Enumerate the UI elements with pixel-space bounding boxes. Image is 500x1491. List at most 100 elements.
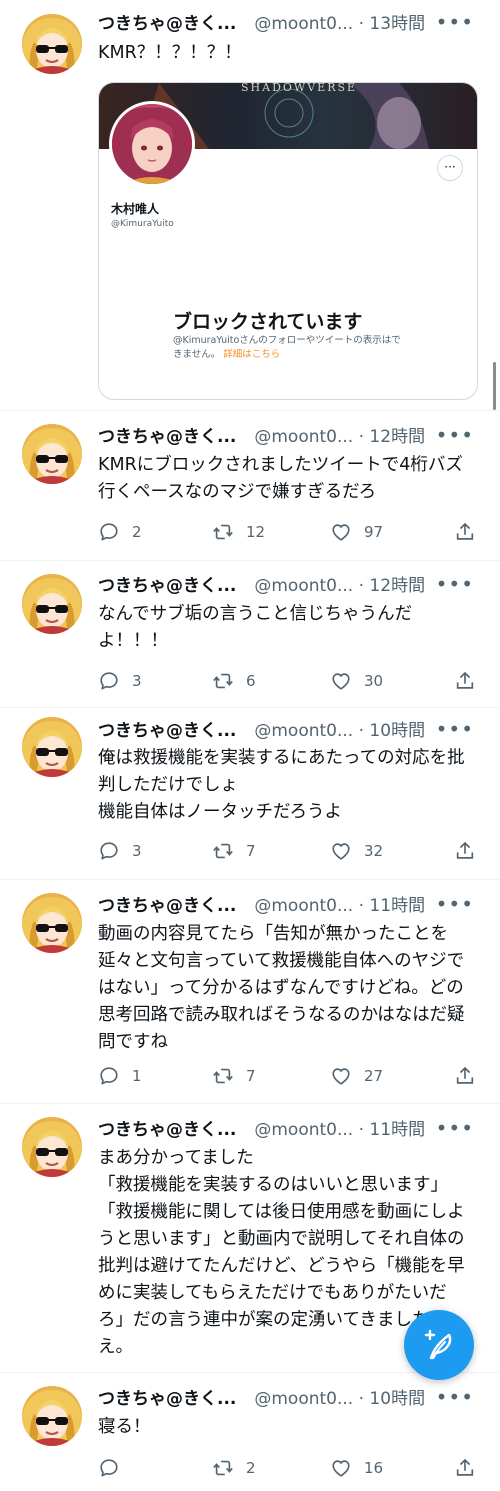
reply-button[interactable]: 3 — [98, 837, 142, 865]
tweet-header: つきちゃ@きく... @moont0... · 12時間 ••• — [98, 573, 488, 599]
heart-icon — [330, 1457, 352, 1479]
tweet-header: つきちゃ@きく... @moont0... · 11時間 ••• — [98, 893, 488, 919]
more-options-icon[interactable]: ••• — [436, 11, 474, 33]
reply-button[interactable]: 3 — [98, 667, 142, 695]
blocked-title: ブロックされています — [173, 311, 363, 333]
handle[interactable]: @moont0... — [254, 1120, 353, 1140]
retweet-button[interactable]: 12 — [212, 518, 265, 546]
share-button[interactable] — [454, 518, 476, 546]
avatar[interactable] — [22, 893, 82, 953]
handle[interactable]: @moont0... — [254, 427, 353, 447]
reply-icon — [98, 1065, 120, 1087]
share-button[interactable] — [454, 1062, 476, 1090]
banner-title: SHADOWVERSE — [241, 83, 358, 94]
profile-more-button[interactable]: ··· — [437, 155, 463, 181]
like-count: 30 — [364, 672, 384, 690]
tweet-header: つきちゃ@きく... @moont0... · 11時間 ••• — [98, 1117, 488, 1143]
retweet-button[interactable]: 2 — [212, 1454, 256, 1482]
more-options-icon[interactable]: ••• — [436, 1117, 474, 1139]
profile-handle: @KimuraYuito — [111, 219, 174, 229]
reply-count: 3 — [132, 842, 142, 860]
like-button[interactable]: 30 — [330, 667, 383, 695]
tweet-text: KMR？！？！？！ — [98, 43, 242, 63]
retweet-button[interactable]: 7 — [212, 837, 256, 865]
handle[interactable]: @moont0... — [254, 14, 353, 34]
scrollbar[interactable] — [493, 362, 496, 410]
timestamp[interactable]: · 12時間 — [359, 576, 425, 596]
profile-avatar[interactable] — [109, 101, 195, 187]
more-options-icon[interactable]: ••• — [436, 1386, 474, 1408]
heart-icon — [330, 1065, 352, 1087]
reply-icon — [98, 840, 120, 862]
share-icon — [454, 670, 476, 692]
avatar[interactable] — [22, 14, 82, 74]
retweet-count: 2 — [246, 1459, 256, 1477]
like-button[interactable]: 32 — [330, 837, 383, 865]
handle[interactable]: @moont0... — [254, 1389, 353, 1409]
display-name[interactable]: つきちゃ@きく... — [98, 427, 236, 447]
avatar[interactable] — [22, 424, 82, 484]
display-name[interactable]: つきちゃ@きく... — [98, 721, 236, 741]
more-options-icon[interactable]: ••• — [436, 424, 474, 446]
reply-button[interactable] — [98, 1454, 132, 1482]
more-options-icon[interactable]: ••• — [436, 718, 474, 740]
display-name[interactable]: つきちゃ@きく... — [98, 896, 236, 916]
timestamp[interactable]: · 11時間 — [359, 1120, 425, 1140]
like-button[interactable]: 16 — [330, 1454, 383, 1482]
retweet-button[interactable]: 7 — [212, 1062, 256, 1090]
heart-icon — [330, 521, 352, 543]
tweet-text: 寝る！ — [98, 1417, 151, 1437]
share-button[interactable] — [454, 667, 476, 695]
avatar[interactable] — [22, 1386, 82, 1446]
retweet-count: 6 — [246, 672, 256, 690]
display-name[interactable]: つきちゃ@きく... — [98, 1120, 236, 1140]
more-options-icon[interactable]: ••• — [436, 893, 474, 915]
avatar[interactable] — [22, 574, 82, 634]
blocked-desc-text: @KimuraYuitoさんのフォローやツイートの表示はできません。 — [173, 335, 401, 360]
display-name[interactable]: つきちゃ@きく... — [98, 1389, 236, 1409]
timestamp[interactable]: · 10時間 — [359, 721, 425, 741]
avatar[interactable] — [22, 1117, 82, 1177]
reply-count: 2 — [132, 523, 142, 541]
retweet-icon — [212, 670, 234, 692]
reply-icon — [98, 521, 120, 543]
tweet-text: KMRにブロックされましたツイートで4桁バズ 行くペースなのマジで嫌すぎるだろ — [98, 455, 463, 502]
like-button[interactable]: 27 — [330, 1062, 383, 1090]
reply-icon — [98, 1457, 120, 1479]
divider — [0, 707, 500, 708]
reply-count: 3 — [132, 672, 142, 690]
handle[interactable]: @moont0... — [254, 576, 353, 596]
tweet-actions: 3 7 32 — [98, 837, 478, 865]
compose-tweet-button[interactable] — [404, 1310, 474, 1380]
handle[interactable]: @moont0... — [254, 896, 353, 916]
timestamp[interactable]: · 10時間 — [359, 1389, 425, 1409]
retweet-icon — [212, 521, 234, 543]
timestamp[interactable]: · 13時間 — [359, 14, 425, 34]
learn-more-link[interactable]: 詳細はこちら — [223, 349, 280, 360]
like-button[interactable]: 97 — [330, 518, 383, 546]
share-button[interactable] — [454, 837, 476, 865]
share-button[interactable] — [454, 1454, 476, 1482]
retweet-button[interactable]: 6 — [212, 667, 256, 695]
divider — [0, 879, 500, 880]
share-icon — [454, 1457, 476, 1479]
retweet-icon — [212, 1065, 234, 1087]
tweet-header: つきちゃ@きく... @moont0... · 10時間 ••• — [98, 1386, 488, 1412]
avatar[interactable] — [22, 717, 82, 777]
reply-count: 1 — [132, 1067, 142, 1085]
tweet-actions: 2 12 97 — [98, 518, 478, 546]
timestamp[interactable]: · 12時間 — [359, 427, 425, 447]
more-options-icon[interactable]: ••• — [436, 573, 474, 595]
tweet-actions: 2 16 — [98, 1454, 478, 1482]
tweet-actions: 1 7 27 — [98, 1062, 478, 1090]
timestamp[interactable]: · 11時間 — [359, 896, 425, 916]
like-count: 97 — [364, 523, 384, 541]
embedded-profile-card[interactable]: SHADOWVERSE ··· 木村唯人 @KimuraYuito ブロックされ… — [98, 82, 478, 400]
display-name[interactable]: つきちゃ@きく... — [98, 14, 236, 34]
reply-icon — [98, 670, 120, 692]
reply-button[interactable]: 2 — [98, 518, 142, 546]
display-name[interactable]: つきちゃ@きく... — [98, 576, 236, 596]
handle[interactable]: @moont0... — [254, 721, 353, 741]
tweet-text: なんでサブ垢の言うこと信じちゃうんだ よ！！！ — [98, 604, 413, 651]
reply-button[interactable]: 1 — [98, 1062, 142, 1090]
